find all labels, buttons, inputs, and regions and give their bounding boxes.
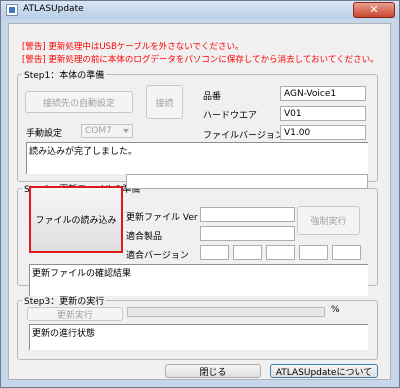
compatible-version-field-5[interactable]	[332, 245, 361, 260]
chevron-down-icon	[123, 129, 129, 133]
app-window: ATLASUpdate ✕ [警告] 更新処理中はUSBケーブルを外さないでくだ…	[0, 0, 400, 388]
compatible-version-field-3[interactable]	[266, 245, 295, 260]
force-run-button[interactable]: 強制実行	[297, 206, 360, 235]
hardware-label: ハードウエア	[203, 111, 258, 121]
file-path-field[interactable]	[126, 174, 368, 189]
run-update-button[interactable]: 更新実行	[27, 307, 123, 321]
update-version-label: 更新ファイル Ver	[126, 213, 198, 223]
window-close-button[interactable]: ✕	[353, 2, 395, 18]
compatible-version-field-2[interactable]	[233, 245, 262, 260]
update-version-field[interactable]	[200, 207, 295, 222]
compatible-version-field-1[interactable]	[200, 245, 229, 260]
compatible-product-label: 適合製品	[126, 232, 163, 242]
manual-setting-label: 手動設定	[26, 129, 63, 139]
client-area: [警告] 更新処理中はUSBケーブルを外さないでください。 [警告] 更新処理の…	[8, 23, 391, 380]
firmware-field[interactable]: V1.00	[280, 125, 366, 140]
percent-label: %	[331, 305, 340, 315]
about-button[interactable]: ATLASUpdateについて	[270, 364, 378, 378]
app-icon	[6, 4, 18, 16]
hardware-field[interactable]: V01	[280, 106, 366, 121]
step3-legend: Step3：更新の実行	[24, 297, 105, 307]
file-check-result: 更新ファイルの確認結果	[29, 264, 368, 296]
auto-connect-button[interactable]: 接続先の自動設定	[25, 91, 133, 113]
window-title: ATLASUpdate	[23, 4, 84, 14]
compatible-product-field[interactable]	[200, 226, 295, 241]
connect-button[interactable]: 接続	[146, 85, 183, 119]
firmware-label: ファイルバージョン	[203, 131, 284, 141]
read-file-button[interactable]: ファイルの読み込み	[29, 186, 123, 253]
model-label: 品番	[203, 92, 222, 102]
warning-usb: [警告] 更新処理中はUSBケーブルを外さないでください。	[22, 42, 244, 52]
com-port-value: COM7	[85, 126, 112, 136]
com-port-select[interactable]: COM7	[81, 124, 133, 138]
step1-status: 読み込みが完了しました。	[26, 142, 368, 174]
step1-legend: Step1：本体の準備	[24, 71, 105, 81]
warning-log: [警告] 更新処理の前に本体のログデータをパソコンに保存してから消去しておいてく…	[22, 55, 379, 65]
update-progress-status: 更新の進行状態	[29, 324, 368, 350]
title-bar[interactable]: ATLASUpdate ✕	[1, 1, 399, 19]
update-progress-bar	[127, 307, 325, 317]
compatible-version-label: 適合バージョン	[126, 251, 189, 261]
close-button[interactable]: 閉じる	[165, 364, 261, 378]
close-icon: ✕	[369, 3, 379, 16]
compatible-version-field-4[interactable]	[299, 245, 328, 260]
model-field[interactable]: AGN-Voice1	[280, 86, 366, 101]
